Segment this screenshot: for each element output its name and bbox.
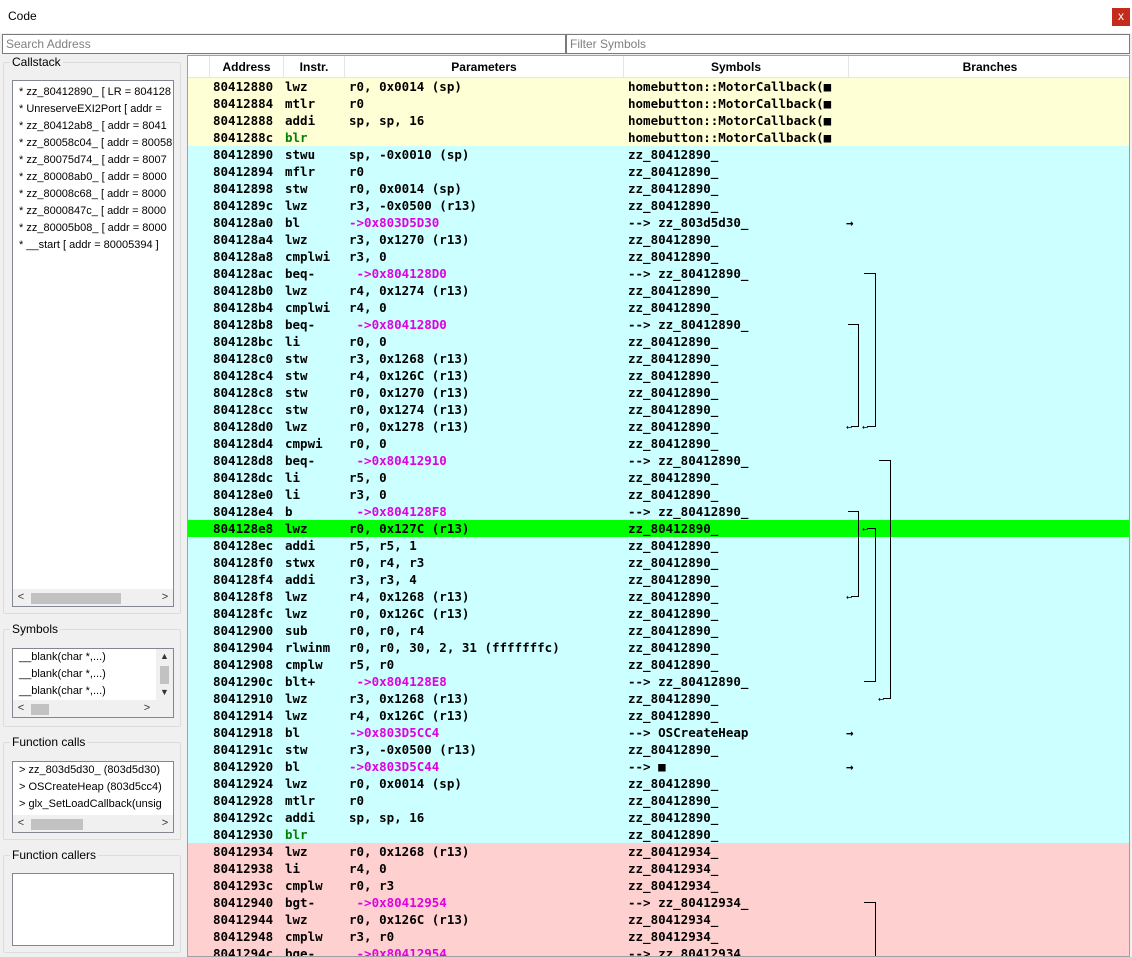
symbols-hscrollbar[interactable]: < > (13, 700, 173, 717)
arrow-left-icon: ← (846, 422, 852, 433)
scroll-thumb[interactable] (31, 819, 83, 830)
scroll-right-icon[interactable]: > (157, 591, 173, 603)
callstack-item[interactable]: * zz_80075d74_ [ addr = 8007 (19, 152, 167, 169)
callstack-hscrollbar[interactable]: < > (13, 589, 173, 606)
scroll-up-icon[interactable]: ▲ (156, 651, 173, 661)
function-calls-hscrollbar[interactable]: < > (13, 815, 173, 832)
callstack-item[interactable]: * zz_80412ab8_ [ addr = 8041 (19, 118, 167, 135)
arrow-left-icon: ← (846, 592, 852, 603)
branch-line (864, 273, 876, 427)
function-call-item[interactable]: > OSCreateHeap (803d5cc4) (19, 779, 162, 796)
callstack-list[interactable]: * zz_80412890_ [ LR = 804128 * UnreserveE… (12, 80, 174, 607)
header-spacer (188, 56, 210, 78)
branch-lines: ← ← ← ← ← (846, 273, 891, 956)
callstack-item[interactable]: * zz_8000847c_ [ addr = 8000 (19, 203, 166, 220)
function-calls-group: Function calls > zz_803d5d30_ (803d5d30)… (3, 735, 181, 840)
callstack-item[interactable]: * zz_80008ab0_ [ addr = 8000 (19, 169, 167, 186)
symbols-list[interactable]: __blank(char *,...) __blank(char *,...) __… (12, 648, 174, 718)
callstack-item[interactable]: * zz_80005b08_ [ addr = 8000 (19, 220, 167, 237)
table-header: Address Instr. Parameters Symbols Branch… (188, 56, 1129, 78)
header-symbols[interactable]: Symbols (624, 56, 849, 78)
code-table[interactable]: Address Instr. Parameters Symbols Branch… (187, 55, 1130, 957)
callstack-item[interactable]: * UnreserveEXI2Port [ addr = (19, 101, 162, 118)
symbol-item[interactable]: __blank(char *,...) (19, 649, 106, 666)
header-parameters[interactable]: Parameters (345, 56, 624, 78)
search-address-input[interactable]: Search Address (2, 34, 566, 54)
scroll-right-icon[interactable]: > (157, 817, 173, 829)
branch-line (848, 511, 859, 597)
branch-line (864, 902, 876, 956)
callstack-item[interactable]: * __start [ addr = 80005394 ] (19, 237, 159, 254)
arrow-left-icon: ← (862, 422, 868, 433)
callstack-group: Callstack * zz_80412890_ [ LR = 804128 * … (3, 55, 181, 614)
arrow-left-icon: ← (862, 524, 868, 535)
header-branches[interactable]: Branches (849, 56, 1129, 78)
callstack-item[interactable]: * zz_80008c68_ [ addr = 8000 (19, 186, 166, 203)
arrow-left-icon: ← (878, 694, 884, 705)
symbol-item[interactable]: __blank(char *,...) (19, 683, 106, 700)
header-instr[interactable]: Instr. (284, 56, 345, 78)
callstack-title: Callstack (10, 55, 63, 69)
scroll-down-icon[interactable]: ▼ (156, 687, 173, 697)
function-call-item[interactable]: > glx_SetLoadCallback(unsig (19, 796, 162, 813)
scroll-left-icon[interactable]: < (13, 817, 29, 829)
scroll-left-icon[interactable]: < (13, 702, 29, 714)
function-calls-title: Function calls (10, 735, 88, 749)
window-title: Code (8, 9, 37, 23)
title-bar: Code x (0, 0, 1132, 33)
close-button[interactable]: x (1112, 8, 1130, 26)
callstack-item[interactable]: * zz_80058c04_ [ addr = 80058 (19, 135, 172, 152)
function-call-item[interactable]: > zz_803d5d30_ (803d5d30) (19, 762, 160, 779)
filter-symbols-input[interactable]: Filter Symbols (566, 34, 1130, 54)
function-calls-list[interactable]: > zz_803d5d30_ (803d5d30) > OSCreateHeap … (12, 761, 174, 833)
branch-line (848, 324, 859, 427)
header-address[interactable]: Address (210, 56, 284, 78)
symbols-title: Symbols (10, 622, 61, 636)
callstack-item[interactable]: * zz_80412890_ [ LR = 804128 (19, 84, 171, 101)
branch-line (864, 528, 876, 682)
function-callers-group: Function callers (3, 848, 181, 953)
branch-line (879, 460, 891, 699)
symbols-group: Symbols __blank(char *,...) __blank(char … (3, 622, 181, 727)
scroll-thumb[interactable] (160, 666, 169, 684)
function-callers-list[interactable] (12, 873, 174, 946)
scroll-right-icon[interactable]: > (139, 702, 155, 714)
symbol-item[interactable]: __blank(char *,...) (19, 666, 106, 683)
function-callers-title: Function callers (10, 848, 99, 862)
scroll-thumb[interactable] (31, 593, 121, 604)
symbols-vscrollbar[interactable]: ▲ ▼ (156, 649, 173, 702)
scroll-left-icon[interactable]: < (13, 591, 29, 603)
branch-arrowheads: ← ← ← ← ← (846, 422, 884, 705)
scroll-thumb[interactable] (31, 704, 49, 715)
